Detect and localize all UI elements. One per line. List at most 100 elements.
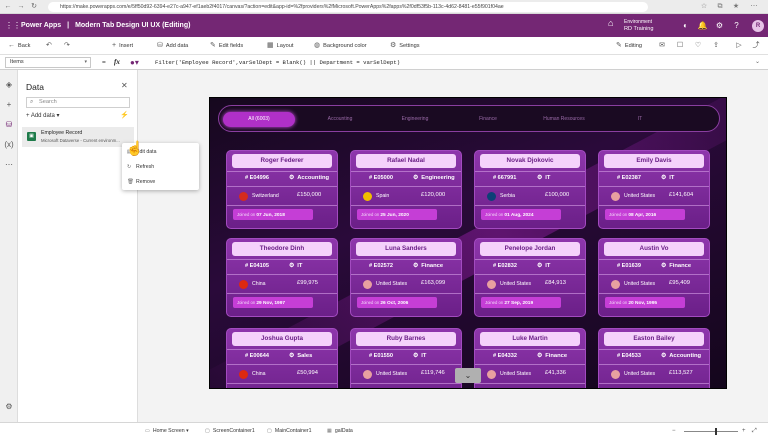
back-arrow-icon[interactable]: ← [4, 3, 12, 11]
employee-card[interactable]: Austin Vo # E01639 ⚙ Finance United States £9… [598, 238, 710, 317]
plug-icon[interactable]: ⚡ [120, 111, 129, 121]
employee-card[interactable]: Theodore Dinh # E04105 ⚙ IT China £99,975 Join… [226, 238, 338, 317]
extension-icon[interactable]: ⧉ [716, 3, 724, 11]
divider [227, 364, 337, 365]
database-icon: ⛁ [157, 42, 163, 49]
comment-icon[interactable]: ✉ [656, 41, 668, 51]
salary: £100,000 [545, 192, 570, 198]
share-icon[interactable]: ⇪ [710, 41, 722, 51]
department: ⚙ Finance [661, 263, 692, 269]
notifications-icon[interactable]: 🔔 [697, 20, 708, 31]
employee-card[interactable]: Joshua Gupta # E00644 ⚙ Sales China £50,994 [226, 328, 338, 388]
data-icon[interactable]: ⛁ [4, 120, 14, 130]
tab-it[interactable]: IT [605, 112, 675, 127]
address-bar[interactable]: https://make.powerapps.com/e/5ff50d92-63… [48, 2, 648, 12]
zoom-track[interactable] [684, 431, 738, 432]
tab-accounting[interactable]: Accounting [305, 112, 375, 127]
zoom-knob[interactable] [715, 428, 717, 435]
health-icon[interactable]: ♡ [692, 41, 704, 51]
salary: £163,099 [421, 280, 446, 286]
reload-icon[interactable]: ↻ [30, 3, 38, 11]
salary: £119,746 [421, 370, 445, 376]
zoom-out-icon[interactable]: − [672, 427, 676, 436]
tree-view-icon[interactable]: ◈ [4, 80, 14, 90]
breadcrumb-container1[interactable]: ▢ ScreenContainer1 [205, 427, 255, 436]
zoom-in-icon[interactable]: + [742, 427, 746, 436]
tab-all[interactable]: All (6003) [223, 112, 295, 127]
redo-button[interactable]: ↷ [64, 41, 73, 51]
employee-card[interactable]: Penelope Jordan # E02832 ⚙ IT United States £… [474, 238, 586, 317]
favorites-icon[interactable]: ★ [732, 3, 740, 11]
divider [599, 349, 709, 350]
employee-card[interactable]: Easton Bailey # E04533 ⚙ Accounting United S… [598, 328, 710, 388]
breadcrumb-container2[interactable]: ▢ MainContainer1 [267, 427, 312, 436]
rail-settings-icon[interactable]: ⚙ [4, 402, 14, 412]
search-input[interactable]: ⌕ Search [26, 97, 130, 108]
play-icon[interactable]: ▷ [733, 41, 745, 51]
breadcrumb-gallery[interactable]: ▦ galData [327, 427, 353, 436]
joined-date: Joined on 08 Apr, 2016 [609, 212, 657, 218]
fit-icon[interactable]: ⤢ [752, 427, 757, 436]
employee-card[interactable]: Roger Federer # E04996 ⚙ Accounting Switzerl… [226, 150, 338, 229]
color-picker-icon[interactable]: ●▾ [130, 58, 148, 67]
employee-name: Emily Davis [604, 154, 704, 168]
employee-id: # 667991 [493, 175, 517, 181]
star-icon[interactable]: ☆ [700, 3, 708, 11]
add-data-button[interactable]: ⛁ Add data [157, 41, 188, 51]
app-title: Power Apps | Modern Tab Design UI UX (Ed… [21, 22, 191, 29]
employee-card[interactable]: Novak Djokovic # 667991 ⚙ IT Serbia £100,000 J… [474, 150, 586, 229]
menu-item-refresh[interactable]: ↻ Refresh [127, 162, 154, 172]
menu-item-remove[interactable]: 🗑 Remove [127, 177, 155, 187]
avatar[interactable]: R [752, 20, 764, 32]
app-launcher-icon[interactable]: ⋮⋮ [5, 21, 21, 30]
department-icon: ⚙ [289, 263, 295, 269]
divider [227, 205, 337, 206]
employee-name: Easton Bailey [604, 332, 704, 346]
close-icon[interactable]: ✕ [121, 81, 128, 90]
layout-button[interactable]: ▦ Layout [267, 41, 293, 51]
employee-name: Joshua Gupta [232, 332, 332, 346]
help-icon[interactable]: ? [731, 20, 742, 31]
back-button[interactable]: ← Back [8, 41, 30, 51]
expand-formula-icon[interactable]: ⌄ [755, 58, 760, 65]
publish-icon[interactable]: ⤴ [750, 41, 762, 51]
formula-input[interactable]: Filter('Employee Record',varSelDept = Bl… [155, 57, 400, 68]
copilot-icon[interactable]: ◐ [680, 20, 691, 31]
settings-button[interactable]: ⚙ Settings [390, 41, 420, 51]
forward-arrow-icon[interactable]: → [17, 3, 25, 11]
data-source-item[interactable]: ▣ Employee Record Microsoft Dataverse - … [22, 127, 134, 147]
undo-button[interactable]: ↶ [46, 41, 55, 51]
edit-fields-button[interactable]: ✎ Edit fields [210, 41, 243, 51]
tab-human-resources[interactable]: Human Resources [525, 112, 603, 127]
background-color-button[interactable]: ◍ Background color [314, 41, 367, 51]
employee-card[interactable]: Emily Davis # E02387 ⚙ IT United States £141,… [598, 150, 710, 229]
redo-icon: ↷ [64, 42, 70, 49]
insert-button[interactable]: + Insert [112, 41, 133, 51]
zoom-control[interactable]: − + ⤢ [672, 427, 760, 436]
property-dropdown[interactable]: Items ▾ [5, 57, 91, 68]
insert-icon[interactable]: + [4, 100, 14, 110]
country: Switzerland [252, 193, 279, 199]
employee-card[interactable]: Luna Sanders # E02572 ⚙ Finance United State… [350, 238, 462, 317]
breadcrumb-screen[interactable]: ▭ Home Screen ▾ [145, 427, 189, 436]
department: ⚙ Accounting [661, 353, 702, 359]
scroll-down-button[interactable]: ⌄ [455, 368, 481, 383]
editing-button[interactable]: ✎ Editing [616, 41, 642, 51]
more-icon[interactable]: ⋯ [750, 3, 758, 11]
tab-finance[interactable]: Finance [453, 112, 523, 127]
department-icon: ⚙ [413, 175, 419, 181]
chat-icon[interactable]: ☐ [674, 41, 686, 51]
divider [227, 293, 337, 294]
settings-icon[interactable]: ⚙ [714, 20, 725, 31]
employee-card[interactable]: Ruby Barnes # E01550 ⚙ IT United States £119,… [350, 328, 462, 388]
tab-engineering[interactable]: Engineering [379, 112, 451, 127]
variables-icon[interactable]: (x) [4, 140, 14, 150]
employee-card[interactable]: Rafael Nadal # E05000 ⚙ Engineering Spain £12… [350, 150, 462, 229]
advanced-tools-icon[interactable]: ⋯ [4, 160, 14, 170]
fx-icon[interactable]: fx [114, 57, 120, 68]
department-icon: ⚙ [413, 263, 419, 269]
undo-icon: ↶ [46, 42, 52, 49]
add-data-link[interactable]: + Add data ▾ [26, 111, 60, 121]
environment-picker[interactable]: ⌂ Environment RD Training [608, 17, 664, 34]
employee-card[interactable]: Luke Martin # E04332 ⚙ Finance United States… [474, 328, 586, 388]
